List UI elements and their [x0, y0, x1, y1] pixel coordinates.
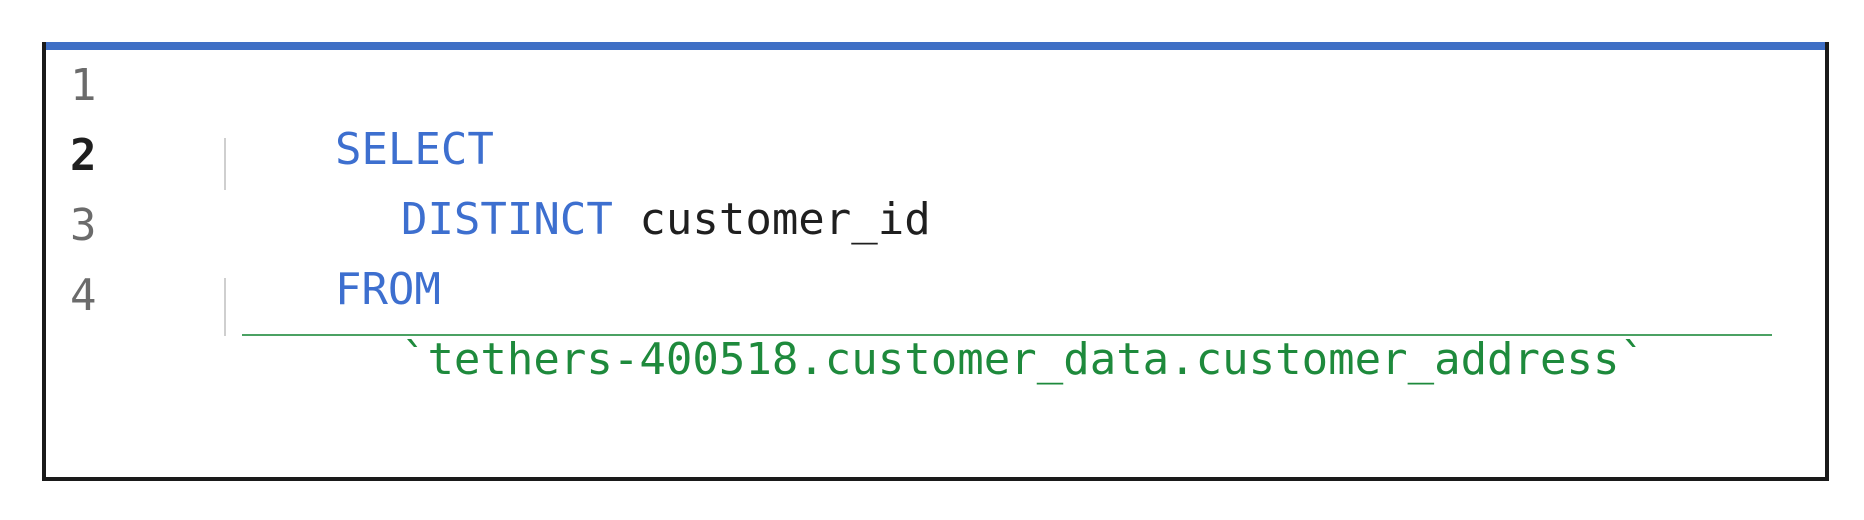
code-line-4[interactable]: `tethers-400518.customer_data.customer_a…: [242, 264, 1646, 456]
line-number-2: 2: [70, 130, 97, 181]
line-number-4: 4: [70, 270, 97, 321]
table-reference-string: `tethers-400518.customer_data.customer_a…: [400, 334, 1646, 385]
editor-top-bar: [46, 42, 1825, 50]
line-number-1: 1: [70, 60, 97, 111]
table-reference-underline: [242, 334, 1772, 336]
line-number-3: 3: [70, 200, 97, 251]
column-identifier: customer_id: [612, 194, 931, 245]
sql-editor[interactable]: 1 2 3 4 SELECT DISTINCT customer_id FROM…: [42, 42, 1829, 481]
